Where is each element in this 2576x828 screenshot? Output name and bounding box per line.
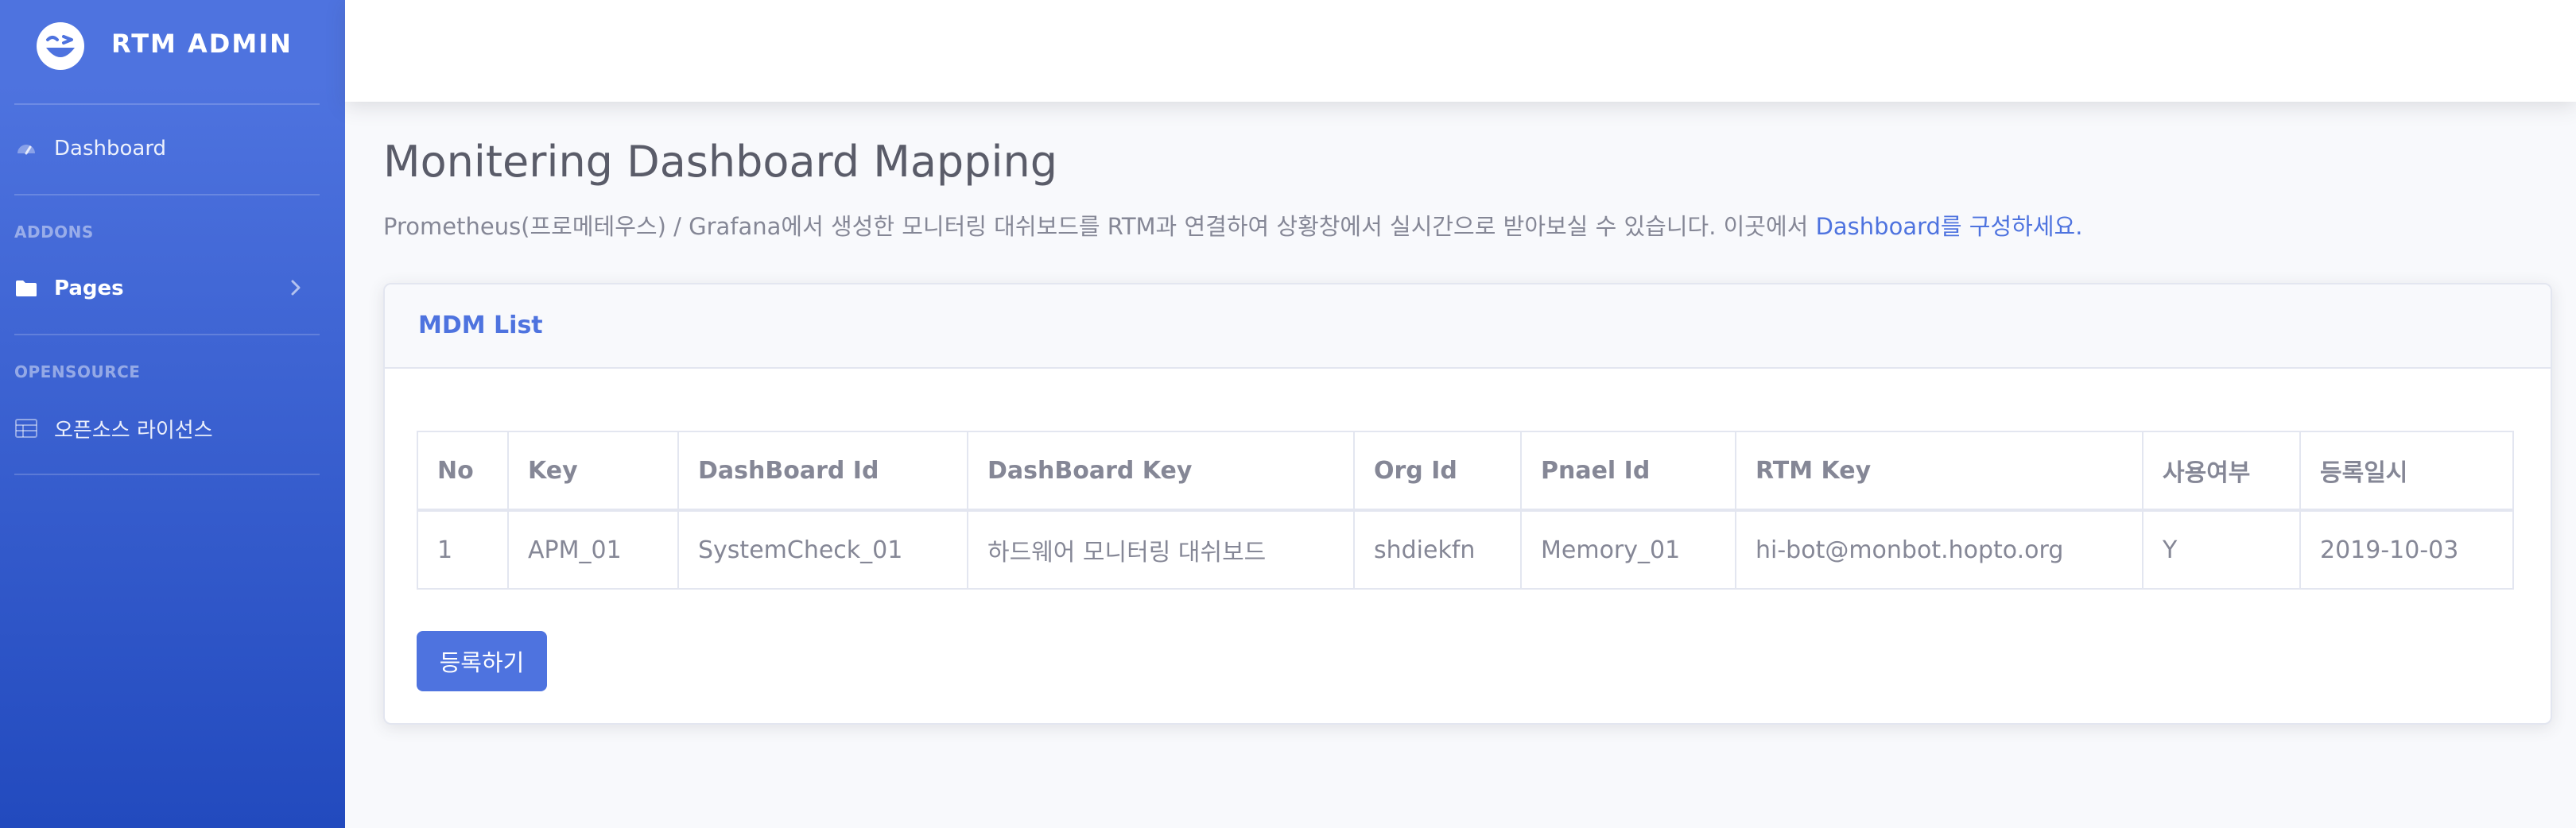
card-title: MDM List [418,311,543,339]
column-header-no: No [417,431,509,512]
column-header-registered-at: 등록일시 [2299,431,2514,512]
cell-dashboard-key: 하드웨어 모니터링 대쉬보드 [967,509,1355,590]
cell-registered-at: 2019-10-03 [2299,509,2514,590]
register-button[interactable]: 등록하기 [417,631,547,691]
sidebar-item-label: Dashboard [54,137,167,161]
tachometer-icon [14,137,38,161]
column-header-dashboard-key: DashBoard Key [967,431,1355,512]
sidebar-divider [14,194,320,195]
cell-no: 1 [417,509,509,590]
sidebar-item-pages[interactable]: Pages [14,262,331,315]
column-header-rtm-key: RTM Key [1735,431,2143,512]
sidebar-item-license[interactable]: 오픈소스 라이선스 [14,402,331,455]
cell-key: APM_01 [507,509,679,590]
topbar [345,0,2576,102]
sidebar-item-label: Pages [54,277,124,300]
sidebar-divider [14,103,320,105]
sidebar-divider [14,334,320,335]
page-description: Prometheus(프로메테우스) / Grafana에서 생성한 모니터링 … [383,208,2082,242]
chevron-right-icon [291,280,301,296]
sidebar-heading-opensource: OPENSOURCE [14,362,141,381]
column-header-panel-id: Pnael Id [1520,431,1736,512]
brand-title: RTM ADMIN [111,29,293,59]
table-row[interactable]: 1 APM_01 SystemCheck_01 하드웨어 모니터링 대쉬보드 s… [417,509,2514,590]
mdm-list-card: MDM List No Key DashBoard Id DashBoard K… [383,283,2552,725]
card-header: MDM List [385,284,2551,369]
table-icon [14,416,38,440]
column-header-use-flag: 사용여부 [2142,431,2301,512]
folder-icon [14,277,38,300]
cell-dashboard-id: SystemCheck_01 [677,509,968,590]
sidebar: RTM ADMIN Dashboard ADDONS Pages OPENSOU… [0,0,345,828]
sidebar-heading-addons: ADDONS [14,222,94,242]
page-description-text: Prometheus(프로메테우스) / Grafana에서 생성한 모니터링 … [383,213,1816,240]
column-header-dashboard-id: DashBoard Id [677,431,968,512]
laughing-wink-face-icon [37,22,84,70]
sidebar-item-label: 오픈소스 라이선스 [54,418,213,443]
page-title: Monitering Dashboard Mapping [383,137,1057,187]
cell-panel-id: Memory_01 [1520,509,1736,590]
cell-rtm-key: hi-bot@monbot.hopto.org [1735,509,2143,590]
brand-link[interactable]: RTM ADMIN [0,0,345,95]
column-header-key: Key [507,431,679,512]
sidebar-item-dashboard[interactable]: Dashboard [14,122,331,175]
cell-use-flag: Y [2142,509,2301,590]
dashboard-config-link[interactable]: Dashboard를 구성하세요. [1816,213,2083,240]
mdm-table: No Key DashBoard Id DashBoard Key Org Id… [417,431,2514,590]
cell-org-id: shdiekfn [1353,509,1522,590]
column-header-org-id: Org Id [1353,431,1522,512]
table-header-row: No Key DashBoard Id DashBoard Key Org Id… [417,431,2514,512]
sidebar-divider [14,474,320,475]
